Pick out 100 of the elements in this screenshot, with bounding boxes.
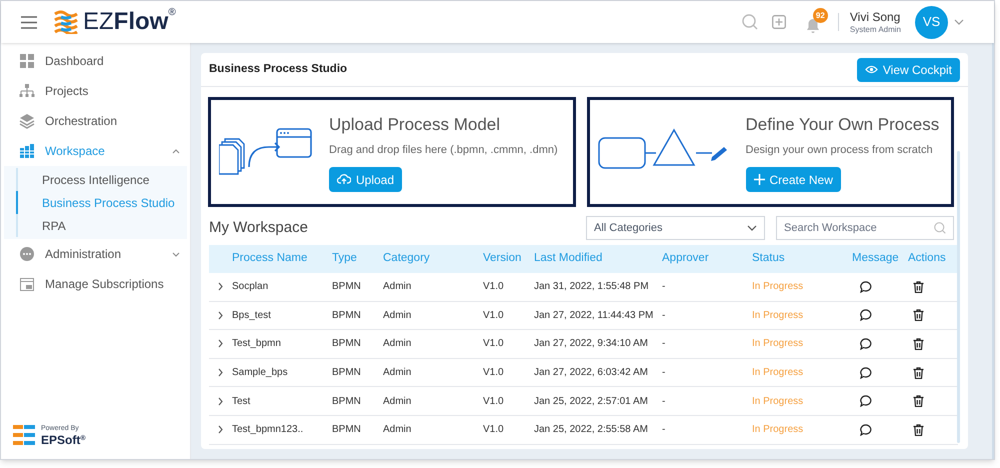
page-title: Business Process Studio — [209, 62, 348, 77]
trash-icon[interactable] — [913, 338, 924, 350]
column-header[interactable]: Category — [383, 250, 483, 268]
column-header[interactable]: Actions — [908, 250, 958, 268]
trash-icon[interactable] — [913, 366, 924, 379]
table-cell-text: BPMN — [332, 308, 362, 323]
chat-bubble-icon[interactable] — [860, 309, 872, 322]
table-cell-text: Socplan — [232, 280, 270, 294]
table-cell-text: Jan 27, 2022, 9:34:10 AM — [534, 337, 649, 352]
chevron-right-icon[interactable] — [218, 310, 223, 320]
column-header[interactable]: Message — [852, 250, 908, 268]
chevron-right-icon[interactable] — [218, 339, 223, 348]
chevron-right-icon[interactable] — [218, 282, 223, 292]
table-cell-text: Admin — [383, 423, 412, 438]
table-cell-text: - — [662, 280, 666, 294]
table-cell-text: BPMN — [332, 394, 362, 409]
sidebar-item[interactable]: Dashboard — [1, 46, 190, 76]
status-text: In Progress — [752, 337, 804, 352]
sidebar-subitem[interactable]: Business Process Studio — [16, 191, 187, 214]
sidebar-subitem[interactable]: Process Intelligence — [16, 168, 187, 191]
column-header[interactable]: Type — [332, 250, 383, 268]
trash-icon[interactable] — [913, 280, 924, 293]
status-text: In Progress — [752, 366, 804, 380]
status-text: In Progress — [752, 423, 804, 438]
search-input[interactable]: Search Workspace — [784, 220, 934, 236]
table-cell-text: - — [662, 394, 666, 409]
grid-icon — [19, 53, 35, 69]
plus-icon — [754, 174, 764, 185]
column-header[interactable]: Process Name — [232, 250, 332, 268]
chevron-right-icon[interactable] — [218, 396, 223, 406]
category-dropdown[interactable]: All Categories — [586, 216, 765, 240]
chevron-down-icon — [747, 225, 757, 231]
column-header[interactable]: Approver — [662, 250, 752, 268]
search-icon — [934, 222, 946, 234]
status-text: In Progress — [752, 280, 804, 294]
table-cell-text: Jan 25, 2022, 2:57:01 AM — [534, 394, 649, 409]
view-cockpit-button[interactable]: View Cockpit — [856, 58, 960, 82]
app-logo: EZFlow$^{®}$ — [83, 10, 176, 34]
table-cell-text: Jan 27, 2022, 11:44:43 PM — [534, 308, 654, 323]
sidebar-item[interactable]: Workspace — [1, 136, 190, 166]
table-cell-text: Bps_test — [232, 308, 272, 323]
status-text: In Progress — [752, 308, 804, 323]
table-cell-text: - — [662, 366, 666, 380]
user-role: System Admin — [850, 24, 901, 34]
sidebar-item[interactable]: Manage Subscriptions — [1, 269, 190, 299]
table-cell-text: Jan 31, 2022, 1:55:48 PM — [534, 280, 650, 294]
upload-button[interactable]: Upload — [329, 167, 402, 192]
table-cell-text: Test — [232, 394, 252, 409]
create-new-button[interactable]: Create New — [746, 167, 841, 192]
table-cell-text: Jan 25, 2022, 2:55:58 AM — [534, 423, 649, 438]
trash-icon[interactable] — [913, 395, 924, 408]
table-cell-text: BPMN — [332, 366, 362, 380]
table-cell-text: Admin — [383, 394, 412, 409]
search-field[interactable]: Search Workspace — [776, 216, 954, 240]
table-cell-text: V1.0 — [483, 280, 505, 294]
eye-icon — [864, 65, 878, 74]
scrollbar[interactable] — [957, 151, 960, 443]
card-title: Upload Process Model — [329, 114, 502, 136]
table-cell-text: - — [662, 337, 666, 352]
table-cell-text: Jan 27, 2022, 6:03:42 AM — [534, 366, 649, 380]
chevron-right-icon[interactable] — [218, 425, 223, 434]
card-description: Drag and drop files here (.bpmn, .cmmn, .dmn) — [329, 142, 558, 158]
chat-bubble-icon[interactable] — [860, 424, 872, 436]
user-avatar[interactable]: VS — [915, 6, 948, 38]
table-cell-text: BPMN — [332, 423, 362, 438]
sidebar-item[interactable]: Projects — [1, 76, 190, 106]
chevron-right-icon[interactable] — [218, 368, 223, 378]
table-cell-text: - — [662, 423, 666, 438]
trash-icon[interactable] — [913, 309, 924, 322]
chevron-down-icon[interactable] — [954, 19, 964, 25]
menu-icon[interactable] — [21, 16, 37, 28]
layers-icon — [19, 113, 35, 129]
table-cell-text: V1.0 — [483, 394, 505, 409]
table-cell-text: Admin — [383, 280, 412, 294]
card-title: Define Your Own Process — [746, 114, 940, 136]
chat-bubble-icon[interactable] — [860, 395, 872, 408]
table-cell-text: Admin — [383, 308, 412, 323]
logo-icon — [53, 10, 79, 34]
bars-icon — [19, 143, 35, 159]
column-header[interactable]: Last Modified — [534, 250, 662, 268]
table-cell-text: Admin — [383, 337, 412, 352]
table-cell-text: BPMN — [332, 280, 362, 294]
chat-bubble-icon[interactable] — [860, 366, 872, 379]
card-description: Design your own process from scratch — [746, 142, 934, 158]
sidebar-item[interactable]: Administration — [1, 239, 190, 269]
status-text: In Progress — [752, 394, 804, 409]
brand-name: EPSoft$^{®}$ — [41, 434, 86, 446]
column-header[interactable]: Status — [752, 250, 852, 268]
chat-bubble-icon[interactable] — [860, 280, 872, 293]
table-cell-text: BPMN — [332, 337, 362, 352]
trash-icon[interactable] — [913, 424, 924, 436]
table-cell-text: Test_bpmn — [232, 337, 282, 352]
table-cell-text: Sample_bps — [232, 366, 289, 380]
chat-bubble-icon[interactable] — [860, 338, 872, 350]
sidebar-subitem[interactable]: RPA — [16, 214, 187, 237]
table-cell-text: V1.0 — [483, 337, 505, 352]
sidebar-item[interactable]: Orchestration — [1, 106, 190, 136]
user-name: Vivi Song — [850, 10, 901, 24]
table-cell-text: Admin — [383, 366, 412, 380]
column-header[interactable]: Version — [483, 250, 534, 268]
